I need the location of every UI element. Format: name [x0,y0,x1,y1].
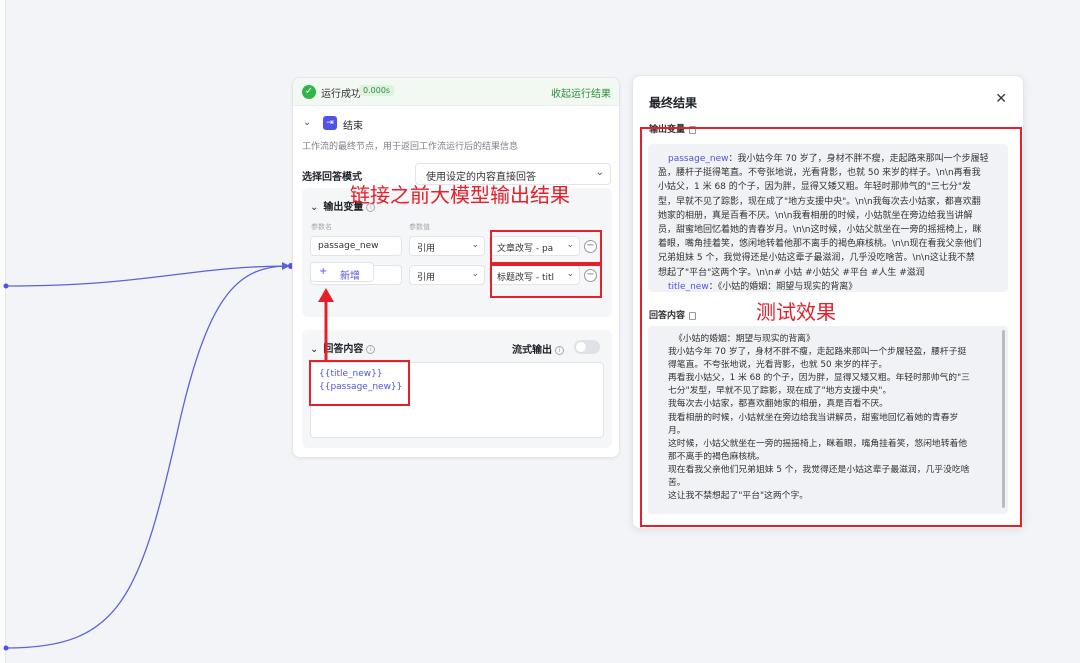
annotation-arrow [318,288,334,360]
arrow-up-head [318,288,334,302]
